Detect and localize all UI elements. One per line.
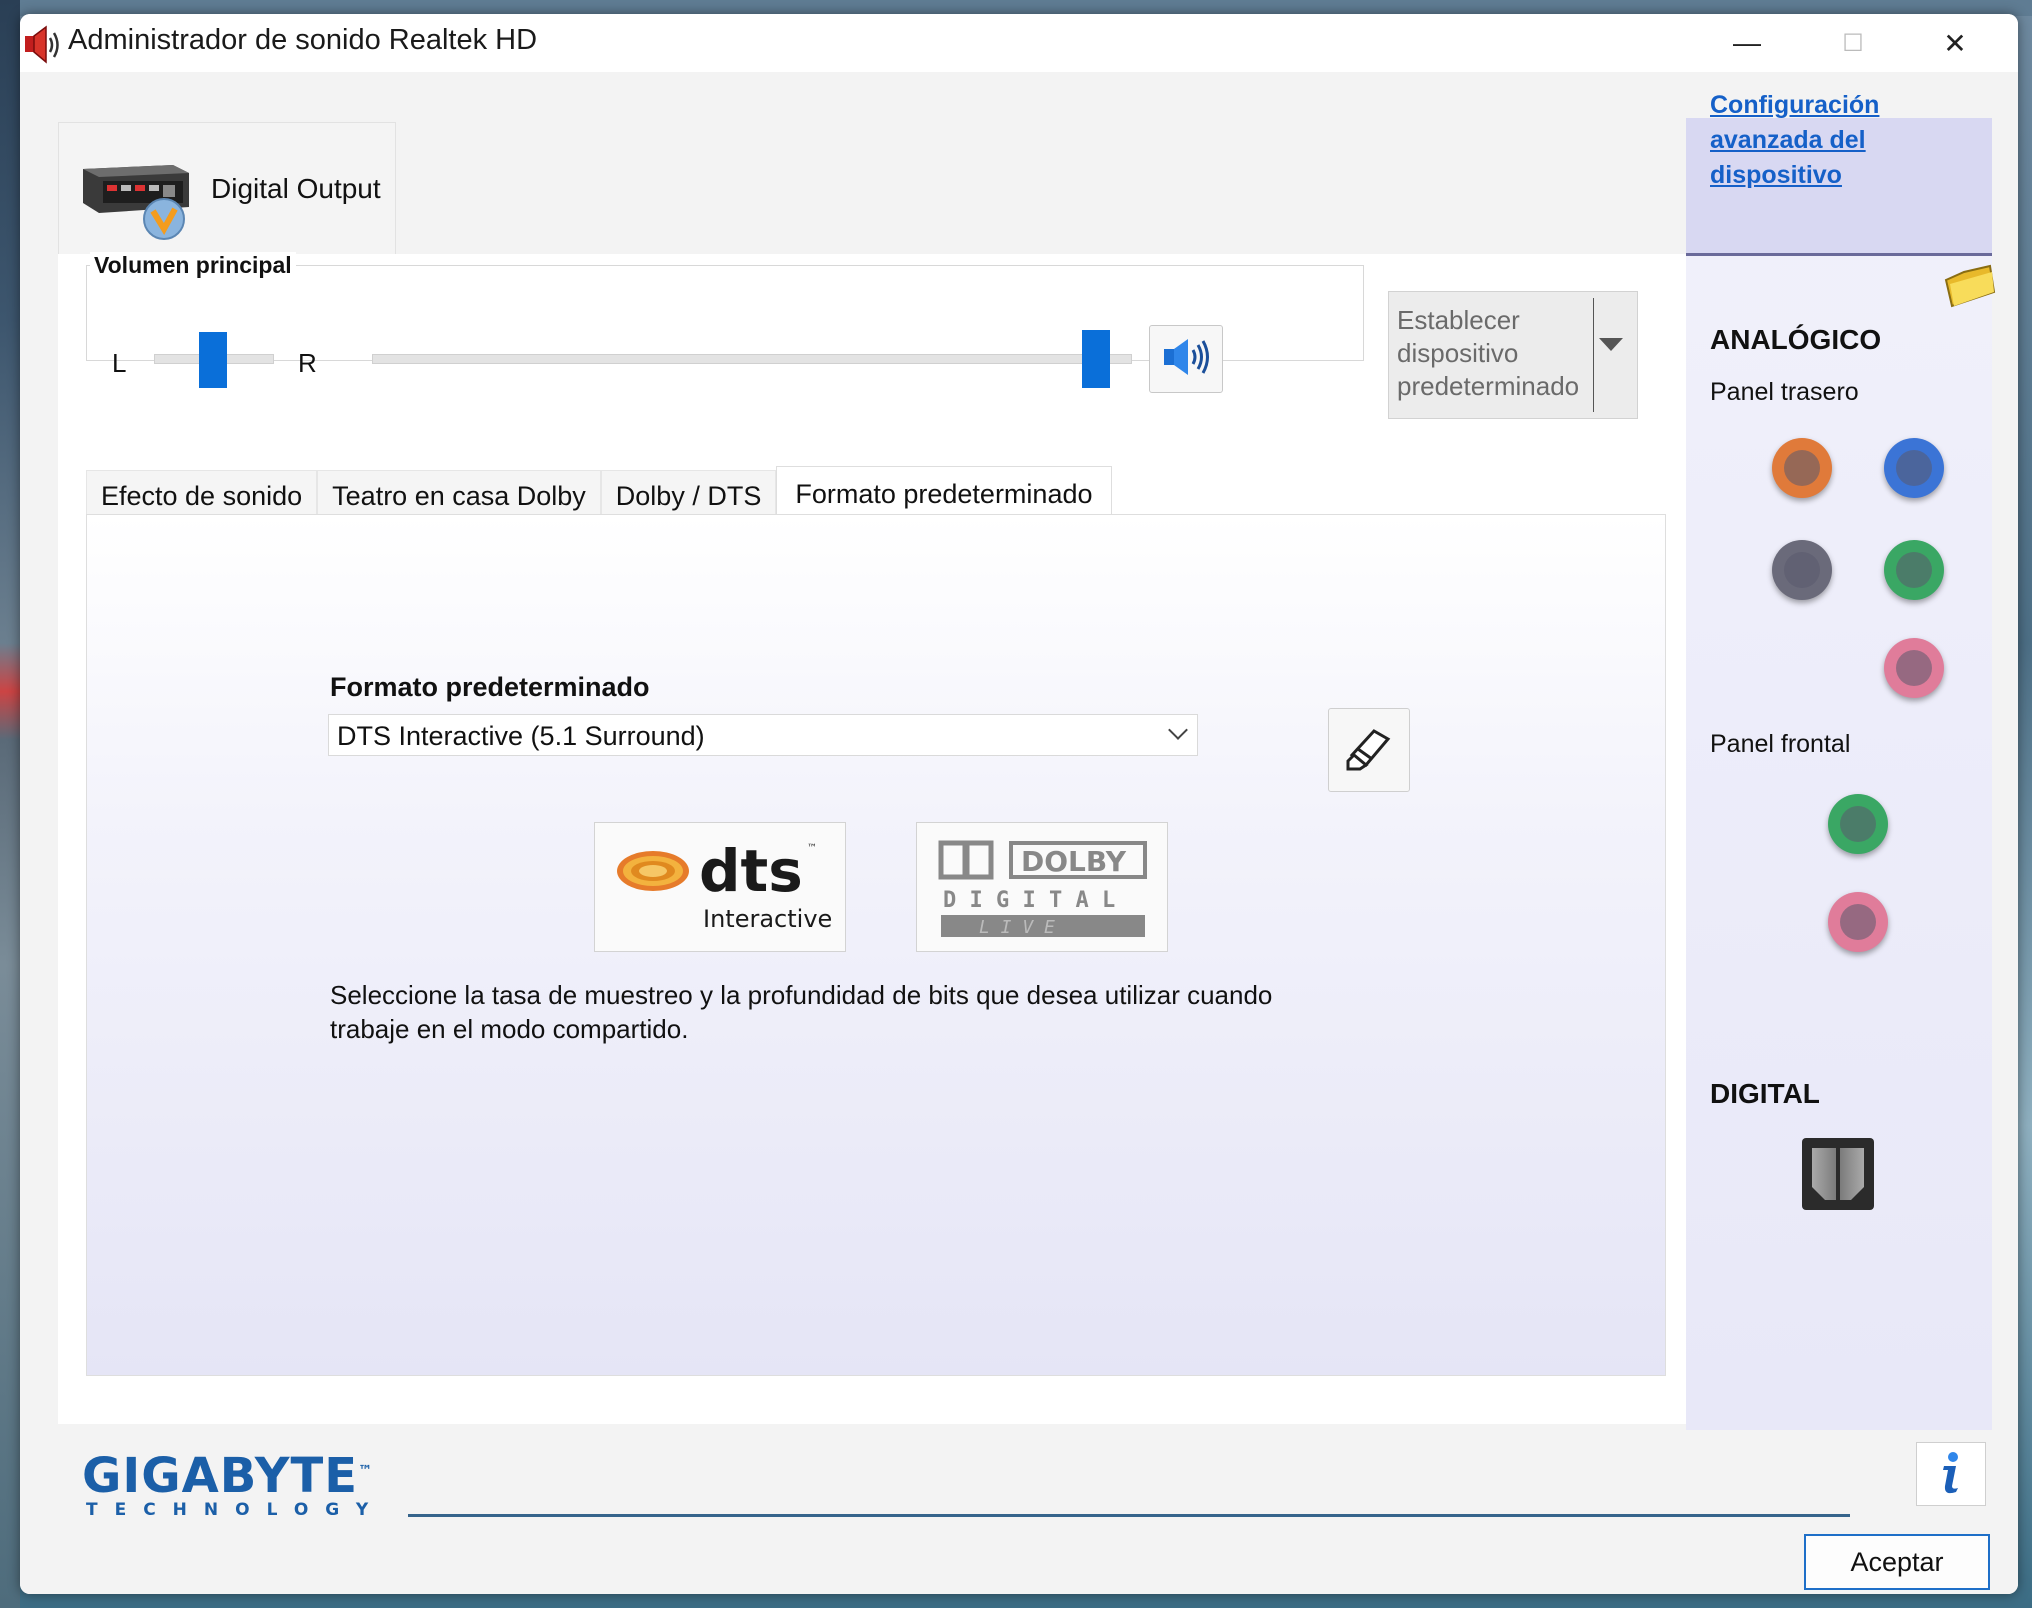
front-jack-green[interactable]: [1828, 794, 1888, 854]
device-tab-label: Digital Output: [211, 173, 381, 204]
set-default-device-button[interactable]: Establecer dispositivo predeterminado: [1388, 291, 1638, 419]
mute-button[interactable]: [1149, 325, 1223, 393]
rear-jack-blue[interactable]: [1884, 438, 1944, 498]
minimize-button[interactable]: —: [1702, 20, 1792, 66]
dts-logo-tm: ™: [807, 843, 817, 854]
dropdown-arrow-icon[interactable]: [1599, 338, 1623, 351]
digital-output-device-icon: [77, 151, 195, 246]
gigabyte-logo-tm: ™: [358, 1463, 374, 1479]
title-bar[interactable]: Administrador de sonido Realtek HD — ☐ ✕: [20, 14, 2018, 72]
dts-logo-sub: Interactive: [703, 905, 832, 933]
rear-jack-pink[interactable]: [1884, 638, 1944, 698]
dolby-digital-live-logo: DOLBY D I G I T A L L I V E: [916, 822, 1168, 952]
dolby-logo-live: L I V E: [979, 917, 1055, 938]
reset-format-button[interactable]: [1328, 708, 1410, 792]
dts-interactive-logo: dts ™ Interactive: [594, 822, 846, 952]
rear-jack-green[interactable]: [1884, 540, 1944, 600]
digital-heading: DIGITAL: [1710, 1078, 1820, 1109]
info-icon: [1936, 1450, 1966, 1499]
balance-left-label: L: [112, 348, 127, 378]
accept-button[interactable]: Aceptar: [1804, 1534, 1990, 1590]
info-button[interactable]: [1916, 1442, 1986, 1506]
footer-divider: [408, 1514, 1850, 1517]
chevron-down-icon: [1168, 720, 1188, 740]
tab-content-default-format: [86, 514, 1666, 1376]
close-button[interactable]: ✕: [1910, 20, 2000, 66]
balance-right-label: R: [298, 348, 317, 378]
window-title: Administrador de sonido Realtek HD: [68, 24, 538, 56]
folder-icon[interactable]: [1942, 262, 1998, 317]
tab-strip: Efecto de sonido Teatro en casa Dolby Do…: [86, 466, 1112, 522]
dolby-logo-digital: D I G I T A L: [943, 888, 1115, 913]
eraser-icon: [1344, 725, 1394, 776]
rear-jack-orange[interactable]: [1772, 438, 1832, 498]
volume-title: Volumen principal: [90, 252, 296, 279]
set-default-device-label: Establecer dispositivo predeterminado: [1397, 305, 1580, 401]
desktop-background-strip: [0, 0, 20, 1608]
front-jack-pink[interactable]: [1828, 892, 1888, 952]
volume-slider-thumb[interactable]: [1082, 330, 1110, 388]
gigabyte-logo: GIGABYTE™ TECHNOLOGY: [82, 1448, 385, 1520]
format-heading: Formato predeterminado: [330, 672, 650, 702]
format-select-value: DTS Interactive (5.1 Surround): [337, 721, 705, 751]
gigabyte-logo-sub: TECHNOLOGY: [86, 1500, 386, 1520]
dolby-logo-mark: DOLBY: [1021, 845, 1127, 878]
volume-slider-track[interactable]: [372, 354, 1132, 364]
spdif-connector-icon[interactable]: [1802, 1138, 1874, 1210]
dts-logo-mark: dts: [699, 837, 803, 905]
format-description: Seleccione la tasa de muestreo y la prof…: [330, 980, 1273, 1044]
speaker-title-icon: [22, 24, 66, 66]
realtek-window: Administrador de sonido Realtek HD — ☐ ✕: [20, 14, 2018, 1594]
rear-panel-label: Panel trasero: [1710, 378, 1859, 406]
balance-slider-thumb[interactable]: [199, 332, 227, 388]
format-select[interactable]: DTS Interactive (5.1 Surround): [328, 714, 1198, 756]
gigabyte-logo-text: GIGABYTE: [82, 1448, 359, 1504]
speaker-icon: [1160, 334, 1212, 385]
front-panel-label: Panel frontal: [1710, 730, 1851, 758]
maximize-button[interactable]: ☐: [1808, 20, 1898, 66]
analog-heading: ANALÓGICO: [1710, 324, 1882, 355]
advanced-device-settings-link[interactable]: Configuración avanzada del dispositivo: [1710, 88, 1970, 193]
dropdown-separator: [1593, 298, 1594, 412]
rear-jack-gray[interactable]: [1772, 540, 1832, 600]
device-tab-digital-output[interactable]: Digital Output: [58, 122, 396, 256]
